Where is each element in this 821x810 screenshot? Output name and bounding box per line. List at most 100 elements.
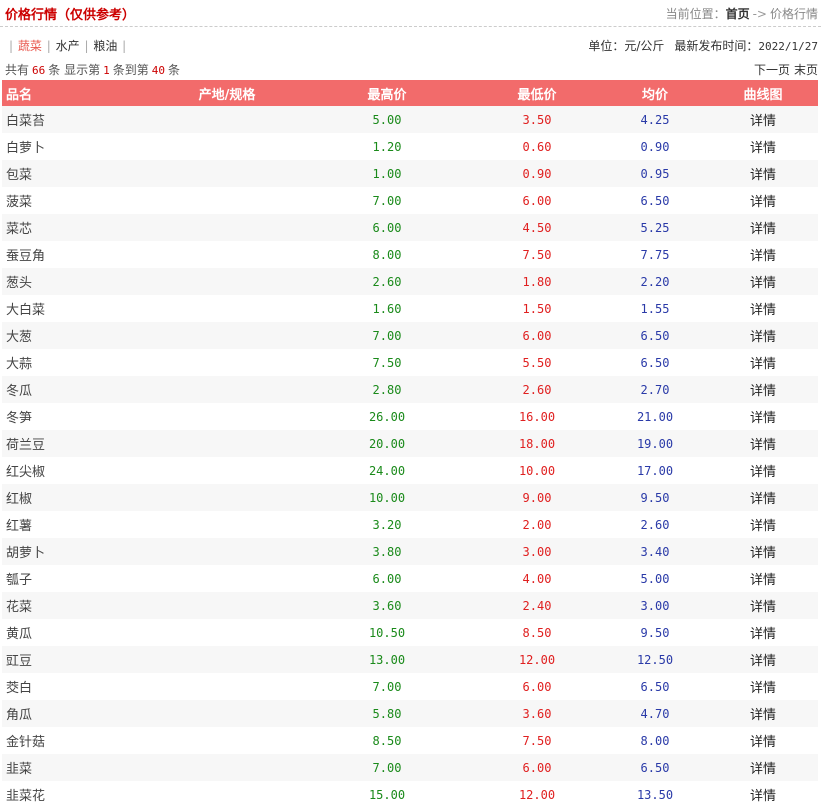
tab-separator: | — [122, 39, 127, 53]
high-price: 6.00 — [372, 220, 402, 235]
avg-price: 4.70 — [640, 706, 670, 721]
product-origin — [152, 565, 302, 592]
avg-price: 21.00 — [636, 409, 674, 424]
breadcrumb-label: 当前位置： — [665, 7, 726, 21]
high-price: 15.00 — [368, 787, 406, 802]
breadcrumb-current: 价格行情 — [769, 7, 818, 21]
product-origin — [152, 268, 302, 295]
product-name: 菠菜 — [6, 195, 33, 210]
detail-link[interactable]: 详情 — [708, 457, 818, 484]
product-origin — [152, 457, 302, 484]
detail-link[interactable]: 详情 — [708, 322, 818, 349]
avg-price: 3.00 — [640, 598, 670, 613]
detail-link[interactable]: 详情 — [708, 646, 818, 673]
low-price: 6.00 — [522, 679, 552, 694]
low-price: 0.60 — [522, 139, 552, 154]
high-price: 1.20 — [372, 139, 402, 154]
table-row: 大蒜 7.50 5.50 6.50 详情 — [2, 349, 818, 376]
high-price: 1.00 — [372, 166, 402, 181]
avg-price: 6.50 — [640, 679, 670, 694]
product-origin — [152, 673, 302, 700]
table-body: 白菜苔 5.00 3.50 4.25 详情 白萝卜 1.20 0.60 0.90 详情 包菜 1.00… — [2, 106, 818, 808]
low-price: 8.50 — [522, 625, 552, 640]
tab-vegetables[interactable]: 蔬菜 — [18, 39, 42, 53]
detail-link[interactable]: 详情 — [708, 565, 818, 592]
detail-link[interactable]: 详情 — [708, 673, 818, 700]
detail-link[interactable]: 详情 — [708, 268, 818, 295]
detail-link[interactable]: 详情 — [708, 160, 818, 187]
detail-link[interactable]: 详情 — [708, 619, 818, 646]
product-name: 胡萝卜 — [6, 546, 46, 561]
detail-link[interactable]: 详情 — [708, 484, 818, 511]
product-name: 冬瓜 — [6, 384, 33, 399]
high-price: 10.50 — [368, 625, 406, 640]
high-price: 2.60 — [372, 274, 402, 289]
avg-price: 9.50 — [640, 625, 670, 640]
range-from: 1 — [103, 64, 110, 77]
product-origin — [152, 187, 302, 214]
product-name: 金针菇 — [6, 735, 46, 750]
high-price: 3.60 — [372, 598, 402, 613]
detail-link[interactable]: 详情 — [708, 538, 818, 565]
table-row: 瓠子 6.00 4.00 5.00 详情 — [2, 565, 818, 592]
high-price: 10.00 — [368, 490, 406, 505]
tab-aquatic[interactable]: 水产 — [56, 39, 80, 53]
product-origin — [152, 403, 302, 430]
detail-link[interactable]: 详情 — [708, 700, 818, 727]
avg-price: 7.75 — [640, 247, 670, 262]
product-origin — [152, 106, 302, 133]
avg-price: 6.50 — [640, 193, 670, 208]
detail-link[interactable]: 详情 — [708, 754, 818, 781]
table-row: 菜芯 6.00 4.50 5.25 详情 — [2, 214, 818, 241]
low-price: 6.00 — [522, 193, 552, 208]
detail-link[interactable]: 详情 — [708, 214, 818, 241]
last-page-link[interactable]: 末页 — [794, 63, 818, 77]
breadcrumb-home-link[interactable]: 首页 — [726, 7, 750, 21]
range-to-label: 条到第 — [112, 63, 149, 77]
tab-separator: | — [84, 39, 89, 53]
low-price: 3.60 — [522, 706, 552, 721]
product-origin — [152, 214, 302, 241]
product-name: 蚕豆角 — [6, 249, 46, 264]
detail-link[interactable]: 详情 — [708, 349, 818, 376]
table-header-row: 品名 产地/规格 最高价 最低价 均价 曲线图 — [2, 80, 818, 106]
product-origin — [152, 646, 302, 673]
page-title: 价格行情（仅供参考） — [5, 8, 136, 23]
detail-link[interactable]: 详情 — [708, 592, 818, 619]
detail-link[interactable]: 详情 — [708, 781, 818, 808]
product-origin — [152, 727, 302, 754]
detail-link[interactable]: 详情 — [708, 376, 818, 403]
table-row: 红薯 3.20 2.00 2.60 详情 — [2, 511, 818, 538]
product-origin — [152, 700, 302, 727]
col-header-avg-price: 均价 — [641, 87, 668, 103]
next-page-link[interactable]: 下一页 — [754, 63, 790, 77]
low-price: 4.50 — [522, 220, 552, 235]
product-name: 大白菜 — [6, 303, 46, 318]
unit-label: 单位： — [588, 39, 625, 53]
detail-link[interactable]: 详情 — [708, 133, 818, 160]
product-name: 大蒜 — [6, 357, 33, 372]
low-price: 6.00 — [522, 328, 552, 343]
title-bar: 价格行情（仅供参考） 当前位置：首页 -> 价格行情 — [0, 0, 821, 27]
detail-link[interactable]: 详情 — [708, 403, 818, 430]
detail-link[interactable]: 详情 — [708, 241, 818, 268]
avg-price: 12.50 — [636, 652, 674, 667]
low-price: 3.50 — [522, 112, 552, 127]
low-price: 1.50 — [522, 301, 552, 316]
release-label: 最新发布时间： — [674, 39, 759, 53]
avg-price: 3.40 — [640, 544, 670, 559]
tab-grain-oil[interactable]: 粮油 — [93, 39, 117, 53]
breadcrumb-separator: -> — [752, 7, 767, 21]
table-row: 葱头 2.60 1.80 2.20 详情 — [2, 268, 818, 295]
tab-separator: | — [9, 39, 14, 53]
detail-link[interactable]: 详情 — [708, 295, 818, 322]
table-row: 红椒 10.00 9.00 9.50 详情 — [2, 484, 818, 511]
detail-link[interactable]: 详情 — [708, 727, 818, 754]
product-name: 白萝卜 — [6, 141, 46, 156]
high-price: 7.50 — [372, 355, 402, 370]
detail-link[interactable]: 详情 — [708, 430, 818, 457]
detail-link[interactable]: 详情 — [708, 511, 818, 538]
detail-link[interactable]: 详情 — [708, 187, 818, 214]
detail-link[interactable]: 详情 — [708, 106, 818, 133]
table-row: 大白菜 1.60 1.50 1.55 详情 — [2, 295, 818, 322]
